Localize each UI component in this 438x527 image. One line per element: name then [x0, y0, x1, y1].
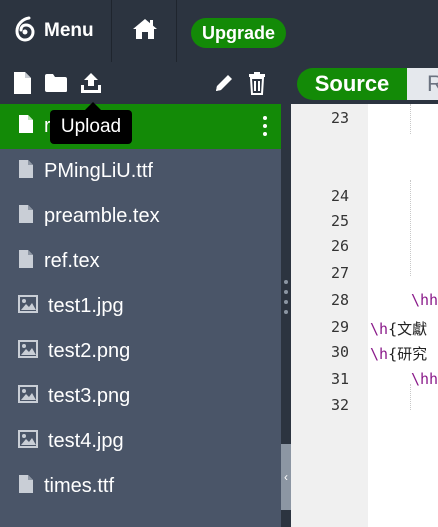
upload-tooltip: Upload [50, 102, 132, 144]
rename-pencil-icon[interactable] [212, 71, 236, 95]
file-name: times.ttf [44, 475, 115, 497]
file-tree-item[interactable]: PMingLiU.ttf [0, 149, 281, 194]
file-icon [18, 204, 34, 229]
file-tree-item[interactable]: test4.jpg [0, 419, 281, 464]
image-icon [18, 295, 38, 318]
file-icon [18, 474, 34, 499]
code-editor[interactable] [368, 104, 438, 527]
code-line: \hh [291, 370, 438, 392]
menu-label: Menu [44, 20, 94, 41]
resize-grip-icon [284, 280, 288, 314]
line-number: 32 [330, 396, 349, 414]
delete-trash-icon[interactable] [245, 71, 269, 95]
rich-text-mode-button[interactable]: R [407, 68, 438, 100]
image-icon [18, 385, 38, 408]
latex-command: \hh [411, 370, 438, 388]
tooltip-text: Upload [60, 116, 122, 137]
code-line: \hh [291, 291, 438, 313]
code-text: {研究 [388, 345, 428, 363]
line-number: 27 [330, 264, 349, 282]
new-file-icon[interactable] [10, 71, 34, 95]
upgrade-label: Upgrade [201, 22, 275, 43]
file-name: test1.jpg [48, 295, 124, 317]
new-folder-icon[interactable] [44, 71, 68, 95]
menu-button[interactable]: Menu [0, 0, 112, 62]
line-number: 23 [330, 109, 349, 127]
collapse-sidebar-button[interactable]: ‹ [281, 444, 291, 510]
file-icon [18, 249, 34, 274]
file-icon [18, 159, 34, 184]
code-line: \h{研究 [291, 343, 438, 365]
latex-command: \hh [411, 291, 438, 309]
file-icon [18, 114, 34, 139]
line-number: 25 [330, 212, 349, 230]
file-name: preamble.tex [44, 205, 160, 227]
indent-guide [410, 180, 411, 276]
chevron-left-icon: ‹ [284, 470, 288, 484]
overleaf-leaf-icon [14, 16, 36, 47]
editor-mode-toggle: Source R [297, 68, 438, 100]
file-tree-item[interactable]: test1.jpg [0, 284, 281, 329]
file-tree-item[interactable]: test2.png [0, 329, 281, 374]
file-name: test3.png [48, 385, 131, 407]
home-button[interactable] [113, 0, 177, 62]
home-icon [131, 17, 159, 46]
source-mode-button[interactable]: Source [297, 68, 407, 100]
file-toolbar: Source R [0, 62, 438, 104]
file-name: PMingLiU.ttf [44, 160, 153, 182]
file-tree-item[interactable]: ref.tex [0, 239, 281, 284]
file-tree: r PMingLiU.ttf preamble.tex ref.tex test… [0, 104, 281, 527]
file-name: test4.jpg [48, 430, 124, 452]
image-icon [18, 430, 38, 453]
upgrade-button[interactable]: Upgrade [191, 18, 286, 48]
image-icon [18, 340, 38, 363]
latex-command: \h [370, 345, 389, 363]
file-tree-item[interactable]: times.ttf [0, 464, 281, 509]
code-line: \h{文獻 [291, 318, 438, 340]
line-number: 26 [330, 237, 349, 255]
file-menu-kebab-icon[interactable] [261, 114, 269, 138]
file-name: ref.tex [44, 250, 100, 272]
file-name: test2.png [48, 340, 131, 362]
line-number: 24 [330, 187, 349, 205]
file-tree-item[interactable]: test3.png [0, 374, 281, 419]
line-number-gutter: 23 24 25 26 27 28 29 30 31 32 [291, 104, 368, 527]
file-tree-item-selected[interactable]: r [0, 104, 281, 149]
code-text: {文獻 [388, 320, 428, 338]
source-mode-label: Source [314, 71, 390, 96]
rich-text-mode-label: R [427, 71, 438, 96]
upload-icon[interactable] [79, 71, 103, 95]
top-bar: Menu Upgrade [0, 0, 438, 62]
indent-guide [410, 104, 411, 134]
file-tree-item[interactable]: preamble.tex [0, 194, 281, 239]
latex-command: \h [370, 320, 389, 338]
